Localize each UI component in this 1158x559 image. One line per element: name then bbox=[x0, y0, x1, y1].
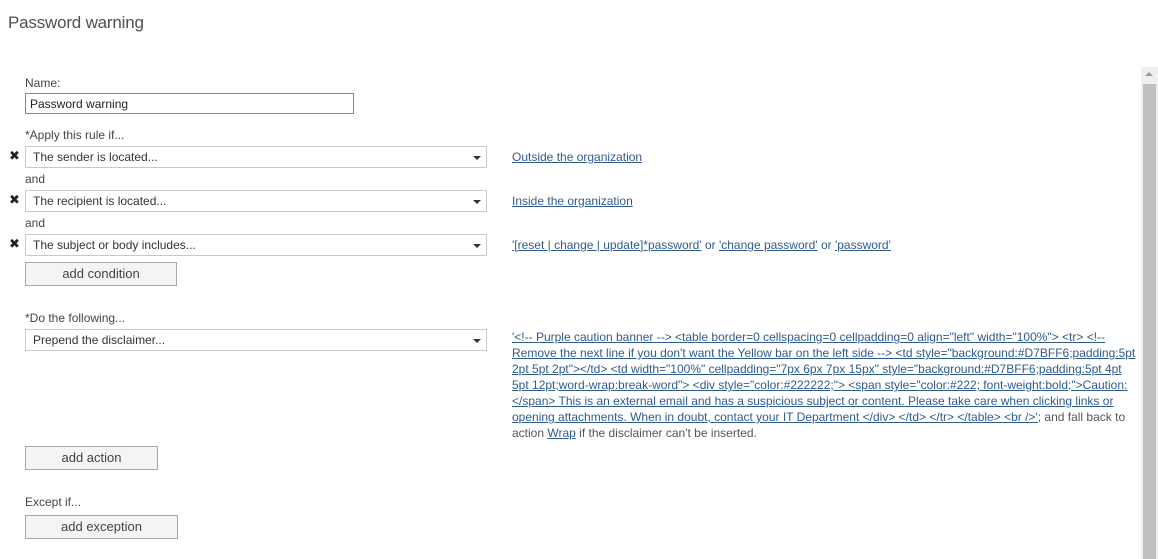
remove-condition-3-icon[interactable]: ✖ bbox=[9, 238, 20, 252]
condition-1-select[interactable]: The sender is located... bbox=[25, 146, 487, 168]
and-connector-1: and bbox=[25, 172, 46, 186]
disclaimer-value: '<!-- Purple caution banner --> <table b… bbox=[512, 329, 1137, 441]
or-separator: or bbox=[817, 238, 835, 252]
add-exception-button[interactable]: add exception bbox=[25, 515, 178, 539]
keyword-link-2[interactable]: 'change password' bbox=[719, 238, 818, 252]
condition-1-select-value: The sender is located... bbox=[33, 150, 158, 164]
condition-2-value-link[interactable]: Inside the organization bbox=[512, 194, 633, 208]
condition-3-select-value: The subject or body includes... bbox=[33, 238, 196, 252]
name-input[interactable] bbox=[25, 93, 354, 114]
scroll-up-button[interactable] bbox=[1141, 67, 1158, 83]
rule-editor-page: Password warning Name: *Apply this rule … bbox=[0, 0, 1158, 559]
condition-2-select-value: The recipient is located... bbox=[33, 194, 167, 208]
action-select-value: Prepend the disclaimer... bbox=[33, 333, 166, 347]
add-condition-button[interactable]: add condition bbox=[25, 262, 177, 286]
condition-2-select[interactable]: The recipient is located... bbox=[25, 190, 487, 212]
add-action-button[interactable]: add action bbox=[25, 446, 158, 470]
chevron-down-icon bbox=[473, 244, 481, 248]
fallback-suffix: if the disclaimer can't be inserted. bbox=[575, 426, 757, 440]
and-connector-2: and bbox=[25, 216, 46, 230]
page-title: Password warning bbox=[8, 13, 144, 32]
or-separator: or bbox=[701, 238, 719, 252]
vertical-scrollbar[interactable] bbox=[1141, 67, 1158, 559]
name-label: Name: bbox=[25, 76, 61, 90]
condition-3-select[interactable]: The subject or body includes... bbox=[25, 234, 487, 256]
remove-condition-2-icon[interactable]: ✖ bbox=[9, 194, 20, 208]
fallback-action-link[interactable]: Wrap bbox=[547, 426, 575, 440]
condition-3-value: '[reset | change | update]*password' or … bbox=[512, 238, 891, 252]
except-if-label: Except if... bbox=[25, 495, 82, 509]
arrow-up-icon bbox=[1145, 72, 1153, 76]
remove-condition-1-icon[interactable]: ✖ bbox=[9, 150, 20, 164]
action-select[interactable]: Prepend the disclaimer... bbox=[25, 329, 487, 351]
keyword-link-3[interactable]: 'password' bbox=[835, 238, 891, 252]
keyword-link-1[interactable]: '[reset | change | update]*password' bbox=[512, 238, 702, 252]
condition-1-value-link[interactable]: Outside the organization bbox=[512, 150, 642, 164]
chevron-down-icon bbox=[473, 156, 481, 160]
scroll-thumb[interactable] bbox=[1143, 84, 1156, 559]
apply-rule-label: *Apply this rule if... bbox=[25, 128, 125, 142]
chevron-down-icon bbox=[473, 339, 481, 343]
chevron-down-icon bbox=[473, 200, 481, 204]
do-following-label: *Do the following... bbox=[25, 311, 126, 325]
